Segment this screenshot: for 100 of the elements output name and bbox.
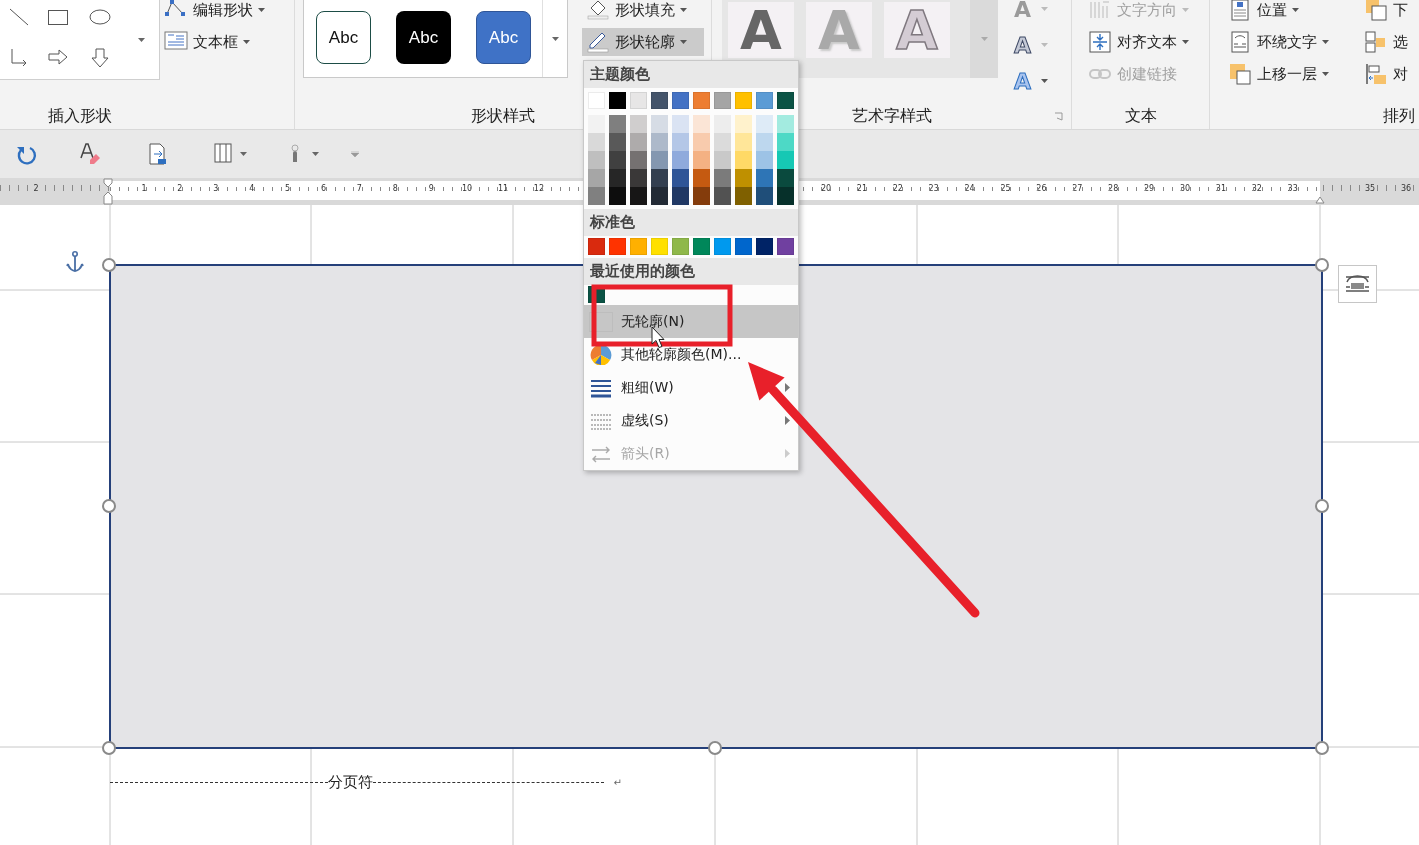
color-swatch[interactable] xyxy=(651,92,668,109)
color-swatch[interactable] xyxy=(609,238,626,255)
color-swatch[interactable] xyxy=(588,115,605,133)
indent-marker-icon[interactable] xyxy=(103,178,113,205)
down-arrow-icon[interactable] xyxy=(89,47,111,69)
color-swatch[interactable] xyxy=(735,169,752,187)
color-swatch[interactable] xyxy=(756,187,773,205)
color-swatch[interactable] xyxy=(630,133,647,151)
shape-style[interactable]: Abc xyxy=(476,11,531,64)
color-swatch[interactable] xyxy=(630,151,647,169)
color-swatch[interactable] xyxy=(609,187,626,205)
color-swatch[interactable] xyxy=(756,169,773,187)
color-swatch[interactable] xyxy=(714,238,731,255)
color-swatch[interactable] xyxy=(735,115,752,133)
color-swatch[interactable] xyxy=(777,92,794,109)
color-swatch[interactable] xyxy=(609,151,626,169)
color-swatch[interactable] xyxy=(693,169,710,187)
color-swatch[interactable] xyxy=(777,151,794,169)
resize-handle[interactable] xyxy=(708,741,722,755)
color-swatch[interactable] xyxy=(714,133,731,151)
color-swatch[interactable] xyxy=(735,238,752,255)
color-swatch[interactable] xyxy=(651,169,668,187)
ribbon-button[interactable]: 文本框 xyxy=(160,28,269,56)
resize-handle[interactable] xyxy=(1315,258,1329,272)
color-swatch[interactable] xyxy=(609,169,626,187)
color-swatch[interactable] xyxy=(672,92,689,109)
resize-handle[interactable] xyxy=(1315,741,1329,755)
ribbon-button[interactable]: 编辑形状 xyxy=(160,0,269,24)
menu-item[interactable]: 无轮廓(N) xyxy=(584,305,798,338)
color-swatch[interactable] xyxy=(588,151,605,169)
menu-item[interactable]: 粗细(W) xyxy=(584,371,798,404)
ribbon-button[interactable]: 环绕文字 xyxy=(1224,28,1356,56)
color-swatch[interactable] xyxy=(651,151,668,169)
color-swatch[interactable] xyxy=(651,133,668,151)
color-swatch[interactable] xyxy=(630,169,647,187)
color-swatch[interactable] xyxy=(588,238,605,255)
color-swatch[interactable] xyxy=(672,187,689,205)
color-swatch[interactable] xyxy=(756,92,773,109)
rectangle-shape[interactable] xyxy=(109,264,1323,749)
shape-style[interactable]: Abc xyxy=(316,11,371,64)
color-swatch[interactable] xyxy=(756,151,773,169)
color-swatch[interactable] xyxy=(693,151,710,169)
menu-item[interactable]: 虚线(S) xyxy=(584,404,798,437)
eraser-letter-icon[interactable] xyxy=(79,142,101,166)
ribbon-button[interactable]: 对齐文本 xyxy=(1084,28,1193,56)
color-swatch[interactable] xyxy=(672,115,689,133)
color-swatch[interactable] xyxy=(672,169,689,187)
resize-handle[interactable] xyxy=(1315,499,1329,513)
color-swatch[interactable] xyxy=(693,238,710,255)
color-swatch[interactable] xyxy=(735,151,752,169)
color-swatch[interactable] xyxy=(777,238,794,255)
color-swatch[interactable] xyxy=(777,133,794,151)
resize-handle[interactable] xyxy=(102,741,116,755)
dialog-launcher-icon[interactable] xyxy=(1054,111,1063,121)
resize-handle[interactable] xyxy=(102,258,116,272)
color-swatch[interactable] xyxy=(609,133,626,151)
color-swatch[interactable] xyxy=(714,169,731,187)
resize-handle[interactable] xyxy=(102,499,116,513)
customize-icon[interactable] xyxy=(351,151,359,157)
color-swatch[interactable] xyxy=(693,133,710,151)
table-icon[interactable] xyxy=(212,142,234,166)
color-swatch[interactable] xyxy=(777,115,794,133)
color-swatch[interactable] xyxy=(756,115,773,133)
gallery-more-button[interactable] xyxy=(970,0,998,78)
ribbon-button[interactable]: 下 xyxy=(1360,0,1412,24)
color-swatch[interactable] xyxy=(672,151,689,169)
color-swatch[interactable] xyxy=(630,115,647,133)
color-swatch[interactable] xyxy=(714,151,731,169)
color-swatch[interactable] xyxy=(693,187,710,205)
shape-style[interactable]: Abc xyxy=(396,11,451,64)
wordart-style[interactable]: A xyxy=(728,2,794,58)
color-swatch[interactable] xyxy=(714,187,731,205)
color-swatch[interactable] xyxy=(651,115,668,133)
color-swatch[interactable] xyxy=(630,187,647,205)
color-swatch[interactable] xyxy=(630,92,647,109)
color-swatch[interactable] xyxy=(588,133,605,151)
color-swatch[interactable] xyxy=(735,133,752,151)
ribbon-button[interactable]: 选 xyxy=(1360,28,1412,56)
color-swatch[interactable] xyxy=(609,115,626,133)
color-swatch[interactable] xyxy=(588,169,605,187)
color-swatch[interactable] xyxy=(714,115,731,133)
color-swatch[interactable] xyxy=(651,187,668,205)
color-swatch[interactable] xyxy=(735,92,752,109)
color-swatch[interactable] xyxy=(651,238,668,255)
color-swatch[interactable] xyxy=(630,238,647,255)
ribbon-button[interactable]: 对 xyxy=(1360,60,1412,88)
color-swatch[interactable] xyxy=(756,238,773,255)
color-swatch[interactable] xyxy=(609,92,626,109)
ribbon-button[interactable]: 形状轮廓 xyxy=(582,28,704,56)
color-swatch[interactable] xyxy=(693,115,710,133)
color-swatch[interactable] xyxy=(777,187,794,205)
color-swatch[interactable] xyxy=(735,187,752,205)
ribbon-button[interactable]: 位置 xyxy=(1224,0,1356,24)
color-swatch[interactable] xyxy=(672,238,689,255)
color-swatch[interactable] xyxy=(693,92,710,109)
ribbon-button[interactable]: 形状填充 xyxy=(582,0,704,24)
color-swatch[interactable] xyxy=(672,133,689,151)
color-swatch[interactable] xyxy=(756,133,773,151)
document-export-icon[interactable] xyxy=(146,142,168,166)
color-swatch[interactable] xyxy=(777,169,794,187)
